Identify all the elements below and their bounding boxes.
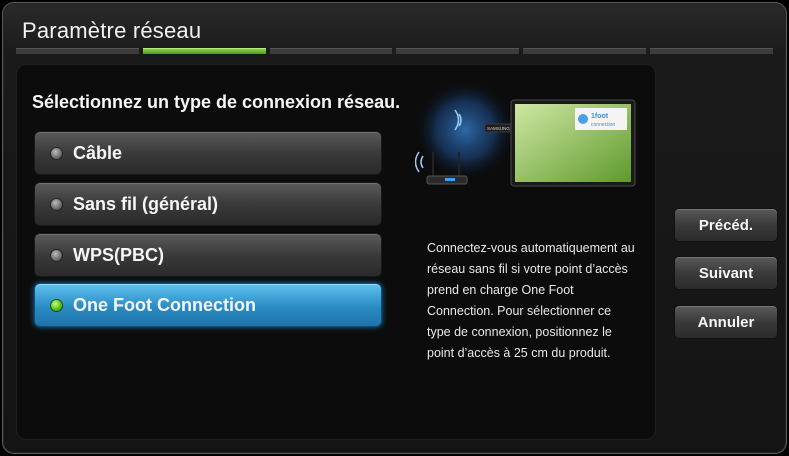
- option-label: Sans fil (général): [73, 193, 219, 214]
- progress-step: [650, 48, 773, 54]
- tv-screen-icon: [510, 99, 636, 187]
- progress-step: [396, 48, 520, 54]
- selection-prompt: Sélectionnez un type de connexion réseau…: [32, 92, 401, 112]
- option-one-foot-connection[interactable]: One Foot Connection: [34, 283, 382, 327]
- radio-selected-icon: [51, 299, 62, 311]
- radio-indicator-icon: [51, 198, 62, 210]
- progress-step: [523, 48, 647, 54]
- screen-logo-text: 1foot: [591, 113, 609, 120]
- screen-logo-subtext: connection: [591, 122, 615, 128]
- tv-brand-label: SAMSUNG: [487, 126, 510, 131]
- option-label: One Foot Connection: [73, 294, 256, 315]
- progress-step: [269, 48, 393, 54]
- radio-indicator-icon: [51, 147, 62, 159]
- option-label: WPS(PBC): [73, 244, 164, 265]
- next-button[interactable]: Suivant: [674, 256, 778, 290]
- one-foot-connection-illustration: SAMSUNG 1foot connection: [415, 82, 636, 187]
- option-cable[interactable]: Câble: [34, 131, 382, 175]
- progress-step-active: [142, 48, 266, 54]
- previous-button[interactable]: Précéd.: [674, 208, 778, 242]
- option-wps-pbc[interactable]: WPS(PBC): [34, 233, 382, 277]
- window-title: Paramètre réseau: [22, 18, 202, 43]
- cancel-button[interactable]: Annuler: [674, 305, 778, 339]
- option-wireless-general[interactable]: Sans fil (général): [34, 182, 382, 226]
- progress-steps: [16, 48, 773, 54]
- option-description: Connectez-vous automatiquement au réseau…: [427, 241, 635, 360]
- option-label: Câble: [73, 142, 123, 163]
- radio-indicator-icon: [51, 249, 62, 261]
- progress-step: [16, 48, 139, 54]
